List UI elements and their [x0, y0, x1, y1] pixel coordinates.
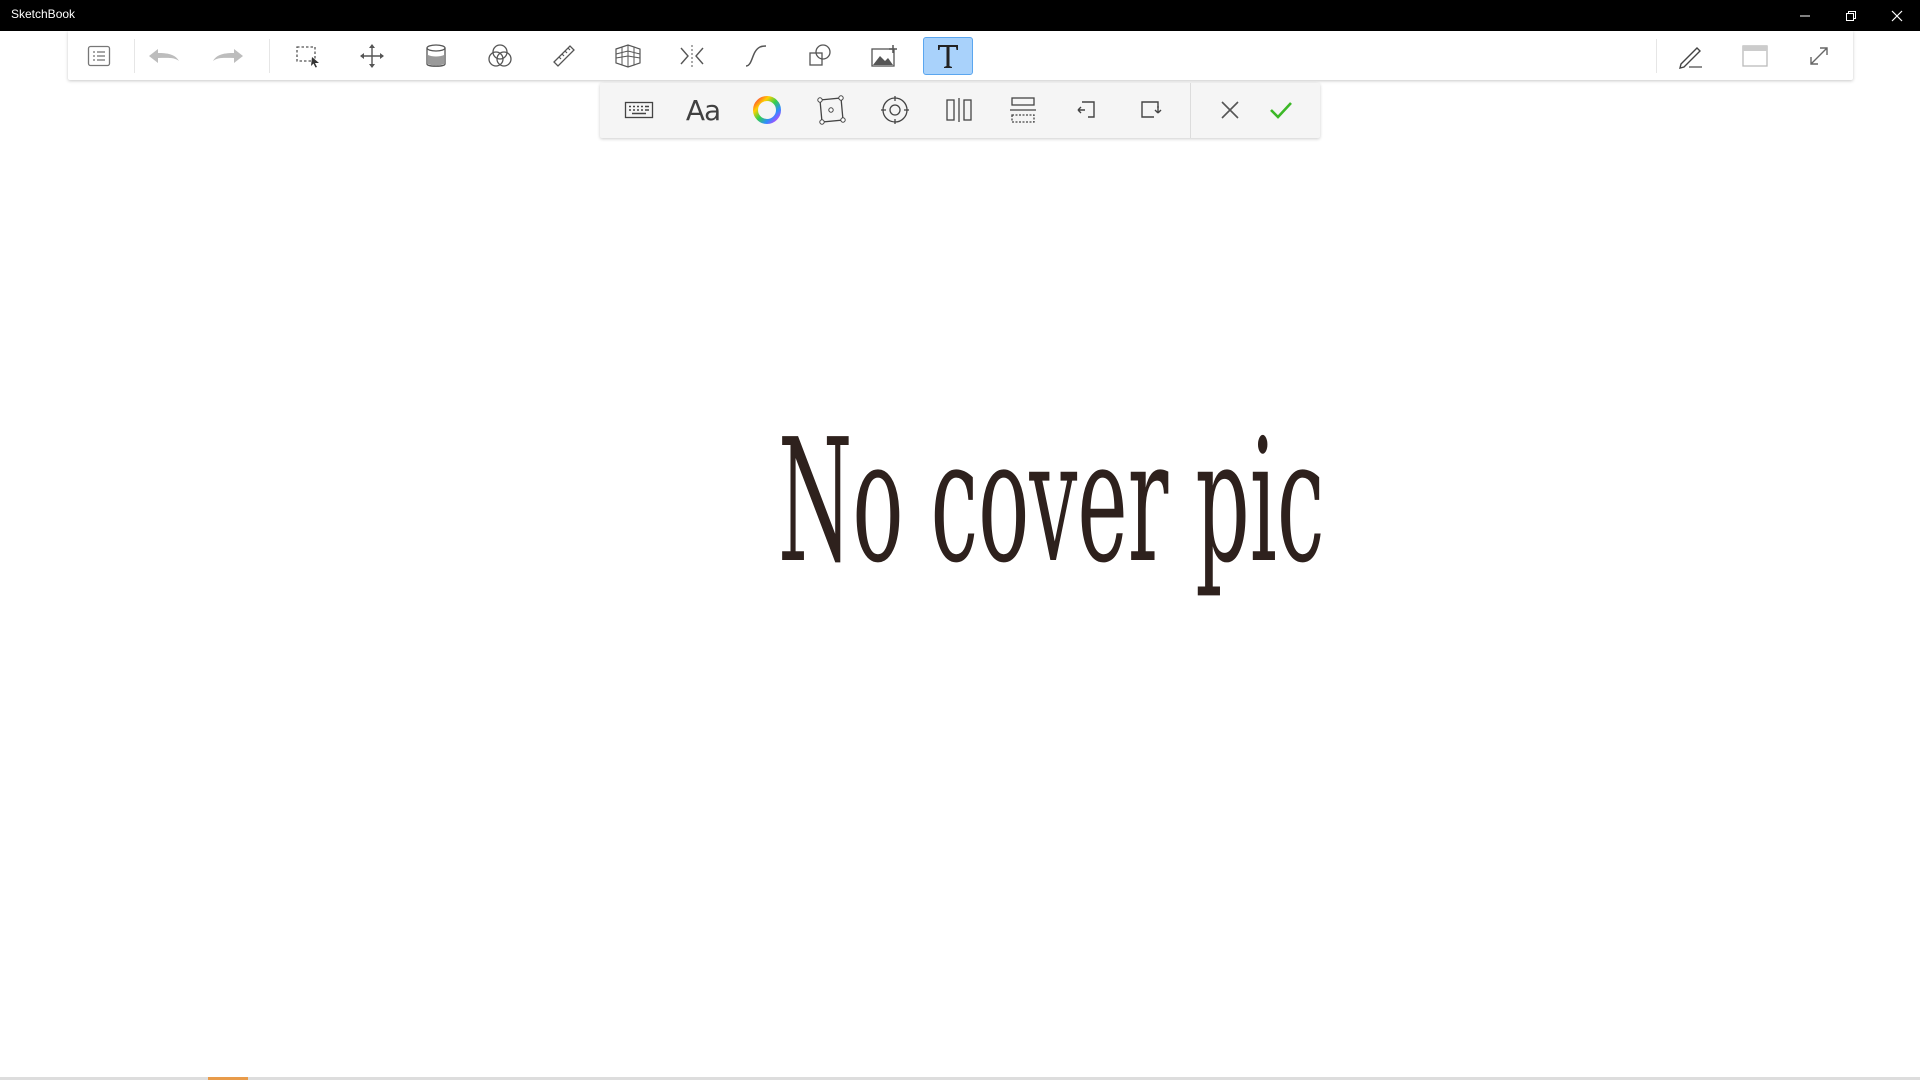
title-bar: SketchBook — [0, 0, 1920, 31]
rotate-left-icon — [1077, 101, 1095, 118]
symmetry-button[interactable] — [667, 37, 717, 75]
ruler-icon — [553, 45, 575, 67]
pivot-icon — [881, 96, 909, 124]
confirm-icon — [1270, 102, 1292, 119]
ruler-button[interactable] — [539, 37, 589, 75]
blend-circles-icon — [488, 44, 512, 67]
curve-icon — [745, 45, 767, 67]
restore-button[interactable] — [1828, 0, 1874, 31]
move-arrows-icon — [360, 44, 384, 68]
shapes-icon — [809, 44, 831, 66]
align-horizontal-button[interactable] — [997, 88, 1049, 132]
curve-button[interactable] — [731, 37, 781, 75]
align-horizontal-icon — [1010, 97, 1036, 123]
pen-icon — [1679, 47, 1702, 69]
pen-mode-button[interactable] — [1666, 37, 1716, 75]
restore-icon — [1846, 10, 1856, 21]
font-button[interactable]: Aa — [677, 88, 729, 132]
selection-icon — [296, 46, 319, 68]
close-button[interactable] — [1874, 0, 1920, 31]
add-image-button[interactable] — [859, 37, 909, 75]
align-vertical-button[interactable] — [933, 88, 985, 132]
blend-button[interactable] — [475, 37, 525, 75]
symmetry-icon — [680, 45, 704, 67]
keyboard-button[interactable] — [613, 88, 665, 132]
minimize-button[interactable] — [1782, 0, 1828, 31]
fill-button[interactable] — [411, 37, 461, 75]
minimize-icon — [1800, 15, 1810, 16]
shapes-button[interactable] — [795, 37, 845, 75]
transform-button[interactable] — [347, 37, 397, 75]
font-icon: Aa — [685, 93, 721, 127]
perspective-button[interactable] — [603, 37, 653, 75]
pivot-button[interactable] — [869, 88, 921, 132]
transform-box-button[interactable] — [805, 88, 857, 132]
color-button[interactable] — [741, 88, 793, 132]
selection-button[interactable] — [283, 37, 333, 75]
align-vertical-icon — [946, 98, 972, 122]
undo-arrow-icon — [149, 49, 179, 63]
paint-bucket-icon — [426, 44, 446, 67]
cancel-button[interactable] — [1204, 88, 1256, 132]
redo-arrow-icon — [213, 49, 243, 63]
confirm-button[interactable] — [1255, 88, 1307, 132]
add-image-icon — [871, 45, 897, 67]
ui-toggle-button[interactable] — [1730, 37, 1780, 75]
window-icon — [1742, 45, 1768, 67]
text-t-icon — [938, 45, 958, 68]
canvas-text[interactable]: No cover pic — [778, 372, 1325, 702]
rotate-left-button[interactable] — [1060, 88, 1112, 132]
keyboard-icon — [624, 101, 654, 119]
fullscreen-button[interactable] — [1794, 37, 1844, 75]
close-icon — [1891, 10, 1903, 21]
app-title: SketchBook — [11, 7, 76, 21]
rotate-right-icon — [1141, 101, 1162, 118]
rotate-right-button[interactable] — [1124, 88, 1176, 132]
expand-icon — [1810, 47, 1828, 65]
perspective-grid-icon — [615, 44, 641, 68]
menu-button[interactable] — [74, 37, 124, 75]
main-toolbar — [68, 31, 1853, 80]
color-wheel-icon — [753, 96, 781, 124]
text-tool-button[interactable] — [923, 37, 973, 75]
list-icon — [87, 45, 111, 67]
cancel-icon — [1221, 101, 1239, 119]
undo-button[interactable] — [139, 37, 189, 75]
redo-button[interactable] — [203, 37, 253, 75]
transform-box-icon — [817, 95, 846, 125]
text-toolbar: Aa — [600, 83, 1320, 138]
